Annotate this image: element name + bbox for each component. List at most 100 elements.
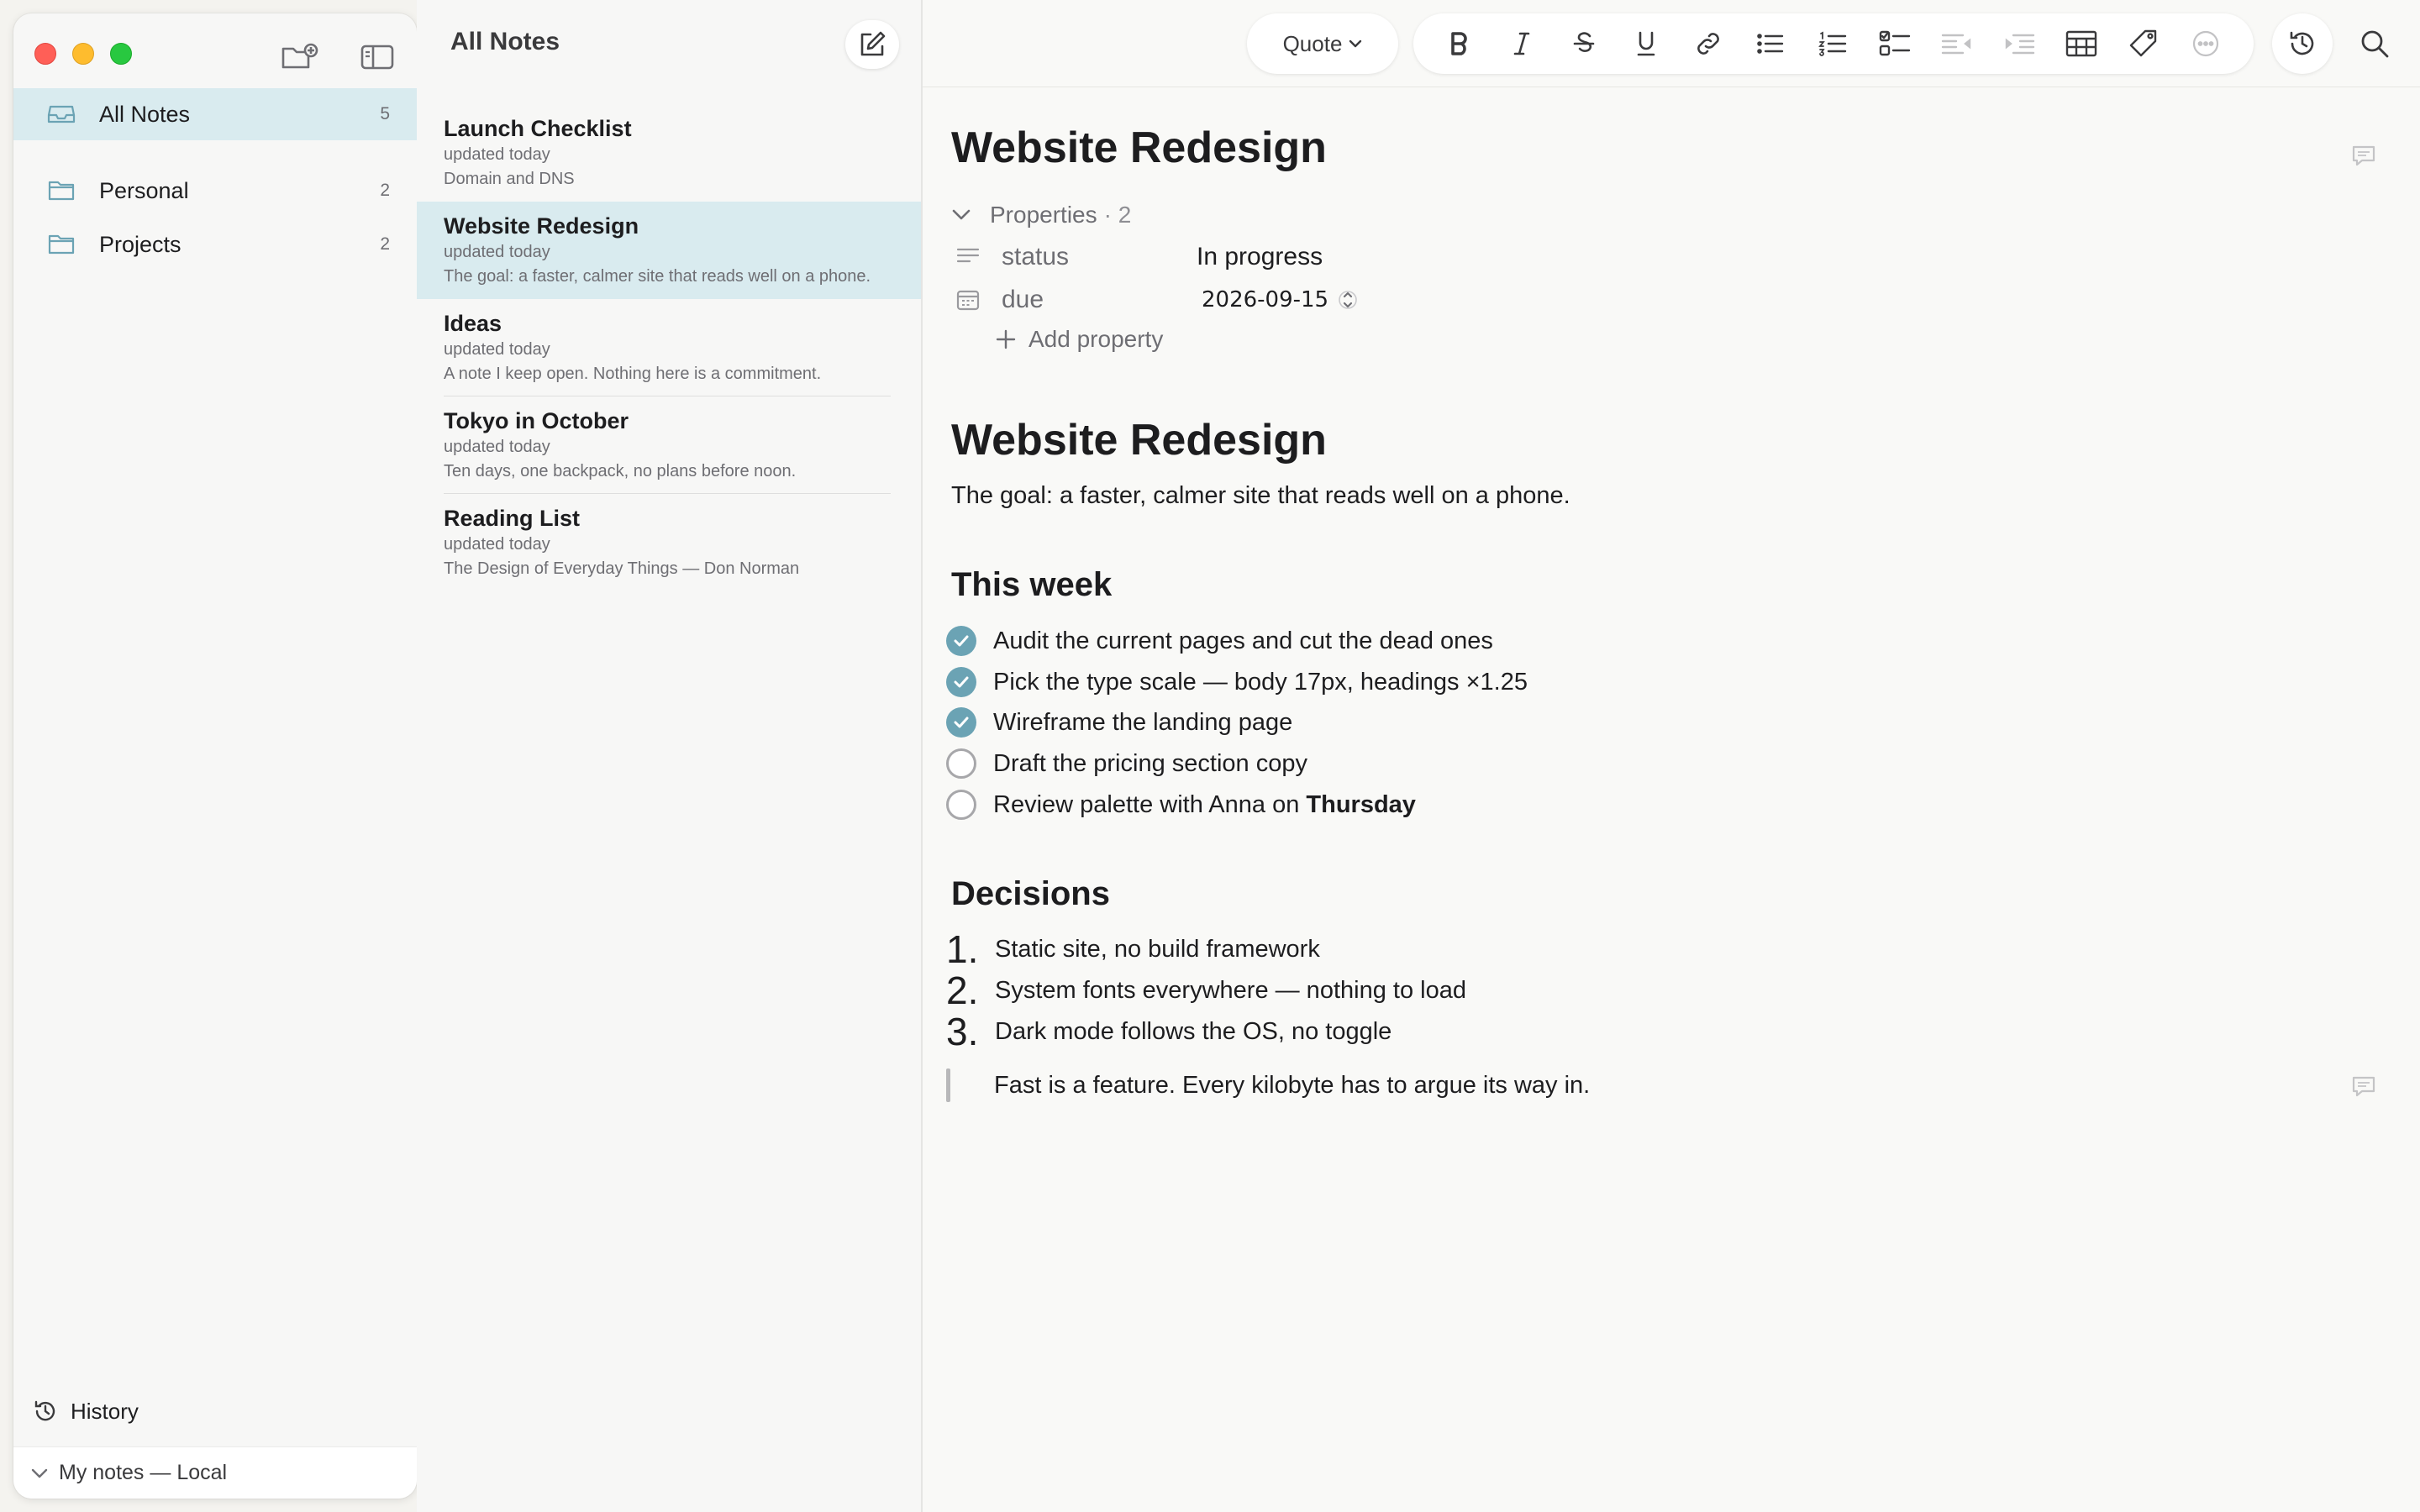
toggle-sidebar-button[interactable]	[356, 39, 398, 76]
more-options-button[interactable]	[2175, 13, 2237, 74]
task-item[interactable]: Audit the current pages and cut the dead…	[946, 622, 1493, 659]
note-list-item[interactable]: Ideas updated today A note I keep open. …	[417, 299, 921, 396]
close-window-button[interactable]	[34, 43, 56, 65]
property-row-status[interactable]: status In progress	[956, 239, 1323, 276]
compose-icon	[860, 31, 886, 56]
blockquote[interactable]: Fast is a feature. Every kilobyte has to…	[946, 1067, 1590, 1104]
checkbox-checked[interactable]	[946, 707, 976, 738]
more-icon	[2192, 30, 2219, 57]
comment-icon[interactable]	[2351, 144, 2376, 166]
note-list-item[interactable]: Launch Checklist updated today Domain an…	[417, 104, 921, 202]
folder-icon	[47, 232, 77, 257]
ordered-list-item[interactable]: 1. Static site, no build framework	[946, 927, 1320, 971]
search-button[interactable]	[2344, 13, 2405, 74]
section-heading-this-week[interactable]: This week	[951, 566, 1112, 604]
properties-label: Properties	[990, 202, 1097, 228]
sidebar-item-count: 2	[380, 234, 390, 254]
note-date: updated today	[444, 535, 550, 554]
add-property-button[interactable]: Add property	[995, 326, 1163, 353]
outdent-button[interactable]	[1926, 13, 1988, 74]
sidebar-item-count: 5	[380, 104, 390, 123]
tag-button[interactable]	[2112, 13, 2175, 74]
ordered-list-item[interactable]: 2. System fonts everywhere — nothing to …	[946, 969, 1466, 1012]
task-text: Wireframe the landing page	[993, 708, 1293, 736]
underline-button[interactable]	[1615, 13, 1677, 74]
note-title: Reading List	[444, 506, 581, 531]
zoom-window-button[interactable]	[110, 43, 132, 65]
table-icon	[2065, 30, 2097, 57]
strikethrough-button[interactable]	[1553, 13, 1615, 74]
italic-button[interactable]	[1491, 13, 1553, 74]
task-text-bold: Thursday	[1306, 790, 1416, 818]
bold-icon	[1451, 32, 1467, 55]
checkbox-unchecked[interactable]	[946, 748, 976, 779]
task-item[interactable]: Draft the pricing section copy	[946, 745, 1307, 782]
task-item[interactable]: Pick the type scale — body 17px, heading…	[946, 664, 1528, 701]
sidebar-item-projects[interactable]: Projects 2	[13, 218, 417, 270]
tray-icon	[47, 102, 77, 127]
properties-toggle[interactable]: Properties · 2	[951, 202, 1131, 228]
chevron-down-icon	[1349, 39, 1362, 48]
indent-icon	[2005, 34, 2035, 55]
note-date: updated today	[444, 243, 550, 261]
list-text: System fonts everywhere — nothing to loa…	[995, 976, 1466, 1004]
note-list-title: All Notes	[450, 28, 560, 55]
account-switcher[interactable]: My notes — Local	[13, 1446, 417, 1499]
block-style-dropdown[interactable]: Quote	[1247, 13, 1398, 74]
note-title: Launch Checklist	[444, 116, 632, 141]
history-button[interactable]: History	[32, 1398, 139, 1425]
plus-icon	[996, 329, 1016, 349]
history-label: History	[71, 1398, 139, 1424]
search-icon	[2361, 30, 2389, 58]
bold-button[interactable]	[1428, 13, 1491, 74]
new-folder-button[interactable]	[279, 39, 321, 76]
properties-count: · 2	[1103, 202, 1132, 228]
task-item[interactable]: Wireframe the landing page	[946, 704, 1292, 741]
section-heading-decisions[interactable]: Decisions	[951, 875, 1110, 913]
property-value[interactable]: In progress	[1197, 243, 1323, 271]
strikethrough-icon	[1573, 32, 1595, 52]
note-title: Ideas	[444, 311, 502, 336]
checklist-button[interactable]	[1864, 13, 1926, 74]
date-stepper[interactable]	[1339, 284, 1357, 316]
minimize-window-button[interactable]	[72, 43, 94, 65]
tag-icon	[2129, 29, 2157, 57]
indent-button[interactable]	[1988, 13, 2050, 74]
clock-history-icon	[34, 1400, 55, 1421]
sidebar-item-label: Projects	[99, 231, 182, 257]
task-item[interactable]: Review palette with Anna on Thursday	[946, 786, 1416, 823]
doc-paragraph[interactable]: The goal: a faster, calmer site that rea…	[951, 482, 1570, 510]
list-number: 3.	[946, 1010, 979, 1053]
numbered-list-button[interactable]	[1802, 13, 1864, 74]
sidebar-item-label: All Notes	[99, 101, 191, 127]
table-button[interactable]	[2050, 13, 2112, 74]
property-row-due[interactable]: due 2026-09-15	[956, 281, 1357, 318]
note-list-item[interactable]: Tokyo in October updated today Ten days,…	[417, 396, 921, 494]
doc-heading[interactable]: Website Redesign	[951, 415, 1327, 465]
sidebar-icon	[360, 45, 394, 70]
checkbox-unchecked[interactable]	[946, 790, 976, 820]
version-history-button[interactable]	[2272, 13, 2333, 74]
list-number: 1.	[946, 927, 979, 971]
checkmark-icon	[954, 635, 969, 647]
sidebar-item-all-notes[interactable]: All Notes 5	[13, 88, 417, 140]
new-note-button[interactable]	[845, 20, 899, 69]
link-icon	[1697, 33, 1719, 55]
link-button[interactable]	[1677, 13, 1739, 74]
numbered-list-icon	[1818, 31, 1847, 56]
note-list-item[interactable]: Reading List updated today The Design of…	[417, 494, 921, 591]
note-list-item[interactable]: Website Redesign updated today The goal:…	[417, 202, 921, 299]
comment-icon[interactable]	[2351, 1075, 2376, 1097]
ordered-list-item[interactable]: 3. Dark mode follows the OS, no toggle	[946, 1010, 1392, 1053]
bullet-list-icon	[1757, 34, 1784, 54]
note-preview: A note I keep open. Nothing here is a co…	[444, 365, 822, 383]
checkbox-checked[interactable]	[946, 667, 976, 697]
note-title-field[interactable]: Website Redesign	[951, 123, 1327, 173]
checklist-icon	[1879, 30, 1911, 56]
date-input[interactable]: 2026-09-15	[1202, 287, 1328, 312]
property-name: due	[1002, 286, 1044, 313]
list-number: 2.	[946, 969, 979, 1012]
sidebar-item-personal[interactable]: Personal 2	[13, 165, 417, 217]
bullet-list-button[interactable]	[1739, 13, 1802, 74]
checkbox-checked[interactable]	[946, 626, 976, 656]
